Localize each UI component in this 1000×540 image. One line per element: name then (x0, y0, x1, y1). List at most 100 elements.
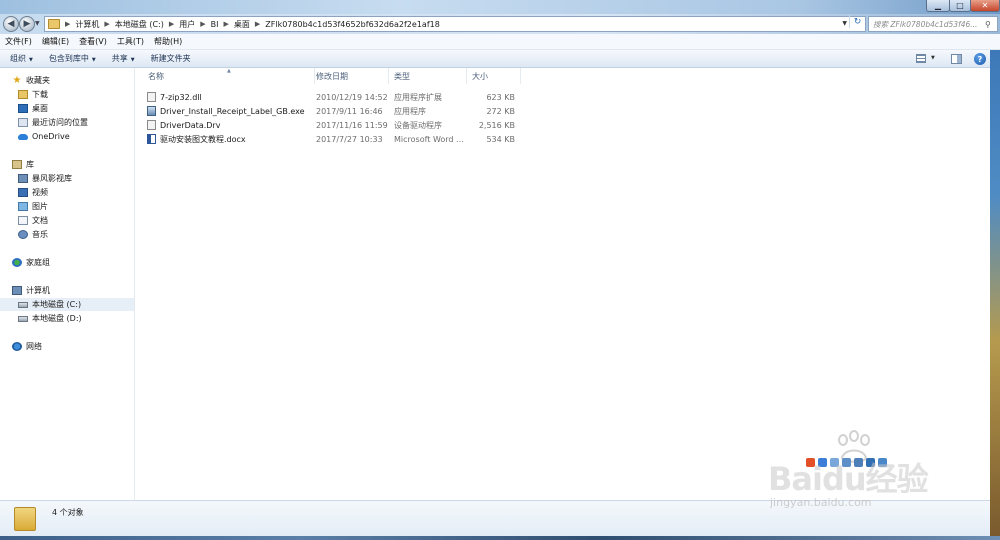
breadcrumb-user[interactable]: BI (211, 20, 219, 29)
address-dropdown-button[interactable]: ▼ (842, 20, 847, 27)
file-row[interactable]: 7-zip32.dll 2010/12/19 14:52 应用程序扩展 623 … (143, 90, 523, 104)
navigation-pane: ★ 收藏夹 下载 桌面 最近访问的位置 OneDrive 库 暴风影视库 视频 图… (0, 68, 135, 500)
chevron-right-icon[interactable]: ▶ (65, 20, 70, 28)
nav-network[interactable]: 网络 (12, 340, 42, 353)
file-row[interactable]: DriverData.Drv 2017/11/16 11:59 设备驱动程序 2… (143, 118, 523, 132)
nav-storm-label: 暴风影视库 (32, 174, 72, 183)
breadcrumb-drive-c[interactable]: 本地磁盘 (C:) (115, 19, 164, 30)
change-view-icon[interactable] (916, 54, 926, 63)
caret-down-icon: ▼ (91, 57, 96, 63)
nav-computer[interactable]: 计算机 (12, 284, 50, 297)
file-row[interactable]: Driver_Install_Receipt_Label_GB.exe 2017… (143, 104, 523, 118)
folder-icon (14, 507, 36, 531)
search-icon[interactable]: ⚲ (985, 20, 991, 29)
share-button[interactable]: 共享 ▼ (112, 53, 135, 64)
nav-videos[interactable]: 视频 (18, 186, 48, 199)
onedrive-cloud-icon (18, 133, 28, 140)
include-in-library-button[interactable]: 包含到库中 ▼ (49, 53, 96, 64)
chevron-right-icon[interactable]: ▶ (104, 20, 109, 28)
menu-edit[interactable]: 编辑(E) (42, 36, 69, 47)
nav-libraries-label: 库 (26, 160, 34, 169)
file-name: 驱动安装图文教程.docx (160, 134, 246, 144)
nav-homegroup-label: 家庭组 (26, 258, 50, 267)
hard-drive-icon (18, 315, 28, 322)
chevron-right-icon[interactable]: ▶ (200, 20, 205, 28)
help-icon[interactable]: ? (974, 53, 986, 65)
exe-icon (147, 106, 156, 116)
title-bar[interactable]: ▁ □ ✕ (0, 0, 1000, 14)
file-size: 534 KB (486, 134, 515, 144)
caret-down-icon: ▼ (130, 57, 135, 63)
column-header-type[interactable]: 类型 (389, 68, 467, 84)
nav-onedrive[interactable]: OneDrive (18, 130, 70, 143)
recent-pages-dropdown[interactable]: ▼ (35, 20, 40, 27)
chevron-right-icon[interactable]: ▶ (224, 20, 229, 28)
pictures-icon (18, 202, 28, 211)
search-box[interactable]: ⚲ (868, 16, 998, 32)
folder-icon (48, 19, 60, 29)
nav-recent-label: 最近访问的位置 (32, 118, 88, 127)
new-folder-button[interactable]: 新建文件夹 (151, 53, 191, 64)
caret-down-icon: ▼ (29, 57, 33, 63)
star-icon: ★ (12, 75, 22, 86)
forward-button[interactable]: ▶ (19, 16, 35, 32)
videos-icon (18, 188, 28, 197)
nav-music[interactable]: 音乐 (18, 228, 48, 241)
word-doc-icon (147, 134, 156, 144)
nav-storm-library[interactable]: 暴风影视库 (18, 172, 72, 185)
nav-libraries[interactable]: 库 (12, 158, 34, 171)
file-name: Driver_Install_Receipt_Label_GB.exe (160, 106, 305, 116)
nav-documents[interactable]: 文档 (18, 214, 48, 227)
nav-pictures[interactable]: 图片 (18, 200, 48, 213)
watermark-url: jingyan.baidu.com (770, 496, 872, 509)
homegroup-icon (12, 258, 22, 267)
menu-help[interactable]: 帮助(H) (154, 36, 182, 47)
explorer-window: ▁ □ ✕ ◀ ▶ ▼ ▶ 计算机 ▶ 本地磁盘 (C:) ▶ 用户 ▶ BI … (0, 0, 1000, 540)
close-button[interactable]: ✕ (970, 0, 1000, 12)
view-options-dropdown[interactable]: ▼ (931, 55, 935, 61)
watermark-brand: Baidu经验 (768, 460, 929, 498)
breadcrumb-desktop[interactable]: 桌面 (234, 19, 250, 30)
nav-recent-places[interactable]: 最近访问的位置 (18, 116, 88, 129)
command-bar: 组织 ▼ 包含到库中 ▼ 共享 ▼ 新建文件夹 ▼ ? (0, 50, 1000, 68)
nav-network-label: 网络 (26, 342, 42, 351)
nav-music-label: 音乐 (32, 230, 48, 239)
share-label: 共享 (111, 54, 128, 63)
file-size: 2,516 KB (478, 120, 515, 130)
maximize-button[interactable]: □ (949, 0, 971, 12)
address-bar[interactable]: ▶ 计算机 ▶ 本地磁盘 (C:) ▶ 用户 ▶ BI ▶ 桌面 ▶ ZFlk0… (44, 16, 866, 32)
hard-drive-icon (18, 301, 28, 308)
menu-file[interactable]: 文件(F) (5, 36, 32, 47)
organize-label: 组织 (10, 54, 26, 63)
nav-desktop[interactable]: 桌面 (18, 102, 48, 115)
breadcrumb-users[interactable]: 用户 (179, 19, 195, 30)
nav-downloads[interactable]: 下载 (18, 88, 48, 101)
chevron-right-icon[interactable]: ▶ (255, 20, 260, 28)
minimize-button[interactable]: ▁ (926, 0, 950, 12)
file-row[interactable]: 驱动安装图文教程.docx 2017/7/27 10:33 Microsoft … (143, 132, 523, 146)
nav-onedrive-label: OneDrive (32, 132, 70, 141)
menu-view[interactable]: 查看(V) (79, 36, 107, 47)
column-header-size[interactable]: 大小 (467, 68, 521, 84)
file-date: 2017/7/27 10:33 (316, 134, 383, 144)
column-header-date[interactable]: 修改日期 (311, 68, 389, 84)
breadcrumb-current-folder[interactable]: ZFlk0780b4c1d53f4652bf632d6a2f2e1af18 (265, 20, 440, 29)
chevron-right-icon[interactable]: ▶ (169, 20, 174, 28)
preview-pane-icon[interactable] (951, 54, 962, 64)
file-type: 应用程序扩展 (394, 92, 442, 102)
nav-drive-c[interactable]: 本地磁盘 (C:) (0, 298, 134, 311)
back-button[interactable]: ◀ (3, 16, 19, 32)
menu-tools[interactable]: 工具(T) (117, 36, 144, 47)
breadcrumb-computer[interactable]: 计算机 (75, 19, 99, 30)
nav-pictures-label: 图片 (32, 202, 48, 211)
organize-button[interactable]: 组织 ▼ (10, 53, 33, 64)
refresh-button[interactable]: ↻ (849, 15, 865, 28)
nav-drive-d[interactable]: 本地磁盘 (D:) (18, 312, 82, 325)
search-input[interactable] (873, 19, 985, 29)
nav-favorites[interactable]: ★ 收藏夹 (12, 74, 50, 87)
downloads-folder-icon (18, 90, 28, 99)
documents-icon (18, 216, 28, 225)
storm-video-library-icon (18, 174, 28, 183)
nav-homegroup[interactable]: 家庭组 (12, 256, 50, 269)
dll-icon (147, 92, 156, 102)
